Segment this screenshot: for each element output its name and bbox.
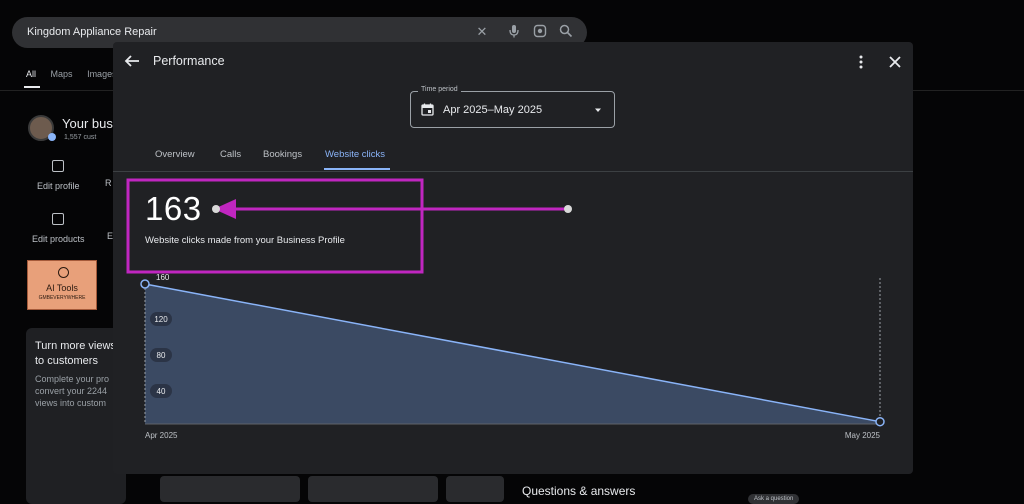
tab-overview[interactable]: Overview: [155, 149, 195, 160]
dialog-title: Performance: [153, 54, 225, 68]
promo-title: Turn more views to customers: [35, 340, 116, 367]
more-vert-icon: [859, 55, 863, 69]
verified-icon: [48, 133, 56, 141]
ai-tools-icon: [58, 267, 69, 278]
data-point-2: [875, 416, 885, 427]
lens-icon[interactable]: [532, 24, 548, 40]
tab-website-clicks[interactable]: Website clicks: [325, 149, 385, 160]
caret-down-icon: [595, 108, 601, 112]
background-tab-all[interactable]: All: [26, 69, 36, 79]
promo-body: Complete your pro convert your 2244 view…: [35, 374, 110, 408]
close-button[interactable]: [887, 54, 903, 70]
y-tick-label: 40: [157, 387, 166, 396]
mic-icon[interactable]: [506, 24, 522, 40]
edit-products-button[interactable]: Edit products: [32, 213, 85, 244]
store-icon: [52, 160, 65, 172]
background-tab-maps[interactable]: Maps: [51, 69, 73, 79]
y-tick-label: 160: [156, 273, 170, 282]
edit-profile-button[interactable]: Edit profile: [37, 160, 80, 191]
website-clicks-chart: 40 80 120 160 Apr 2025 May 2025: [140, 273, 885, 440]
tab-calls[interactable]: Calls: [220, 149, 241, 160]
background-action-partial[interactable]: R: [105, 178, 112, 188]
clear-icon[interactable]: ✕: [474, 24, 490, 40]
calendar-icon: [421, 103, 434, 116]
background-search-query: Kingdom Appliance Repair: [27, 26, 157, 38]
active-tab-indicator: [324, 168, 390, 170]
ai-tools-button[interactable]: AI Tools GMBEVERYWHERE: [27, 260, 97, 310]
time-period-value: Apr 2025–May 2025: [443, 104, 543, 116]
back-button[interactable]: [123, 53, 141, 69]
ask-question-button[interactable]: Ask a question: [748, 494, 800, 504]
time-period-label: Time period: [418, 86, 461, 93]
questions-answers-heading: Questions & answers: [522, 484, 636, 498]
y-tick-label: 80: [157, 351, 166, 360]
x-tick-label: Apr 2025: [145, 431, 178, 440]
arrow-left-icon: [124, 55, 139, 67]
background-business-name: Your bus: [62, 116, 113, 131]
website-clicks-description: Website clicks made from your Business P…: [145, 235, 345, 246]
x-tick-label: May 2025: [845, 431, 881, 440]
more-options-button[interactable]: [854, 54, 868, 70]
background-thumbnail: [446, 476, 504, 502]
search-icon[interactable]: [558, 24, 574, 40]
y-tick-label: 120: [154, 315, 168, 324]
data-point-1: [140, 279, 150, 289]
performance-dialog: Performance Time period Apr 2025–May 202…: [113, 42, 913, 474]
background-tab-indicator: [24, 86, 40, 88]
background-customers-count: 1,557 cust: [64, 134, 97, 141]
tab-bookings[interactable]: Bookings: [263, 149, 302, 160]
bag-icon: [52, 213, 65, 225]
performance-tabs: Overview Calls Bookings Website clicks: [113, 146, 913, 172]
website-clicks-total: 163: [145, 190, 202, 227]
background-thumbnail: [160, 476, 300, 502]
close-icon: [889, 56, 901, 68]
time-period-select[interactable]: Time period Apr 2025–May 2025: [410, 86, 615, 128]
background-thumbnail: [308, 476, 438, 502]
